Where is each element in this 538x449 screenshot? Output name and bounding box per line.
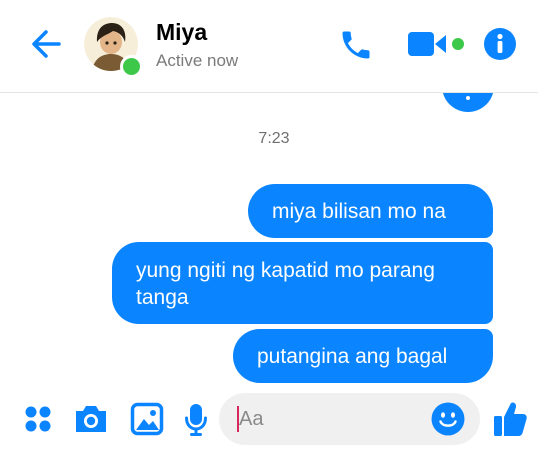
thumbs-up-icon[interactable] — [492, 399, 528, 439]
online-status-dot — [120, 55, 143, 78]
message-composer — [0, 389, 538, 449]
info-icon[interactable] — [483, 27, 517, 61]
emoji-icon[interactable] — [431, 402, 465, 436]
back-arrow-icon[interactable] — [28, 26, 64, 62]
message-input-box[interactable] — [219, 393, 480, 445]
avatar[interactable] — [84, 17, 143, 78]
phone-icon[interactable] — [338, 27, 374, 63]
chat-header: Miya Active now — [0, 0, 538, 93]
camera-icon[interactable] — [73, 402, 109, 436]
contact-name[interactable]: Miya — [156, 18, 207, 46]
active-status: Active now — [156, 51, 239, 70]
message-input[interactable] — [239, 401, 419, 437]
message-bubble[interactable]: yung ngiti ng kapatid mo parang tanga — [112, 242, 493, 324]
message-timestamp: 7:23 — [258, 130, 290, 147]
message-bubble[interactable]: putangina ang bagal — [233, 329, 493, 383]
microphone-icon[interactable] — [184, 402, 208, 438]
message-bubble[interactable]: miya bilisan mo na — [248, 184, 493, 238]
video-camera-icon[interactable] — [406, 28, 468, 60]
more-apps-icon[interactable] — [22, 403, 54, 435]
gallery-icon[interactable] — [130, 402, 164, 436]
